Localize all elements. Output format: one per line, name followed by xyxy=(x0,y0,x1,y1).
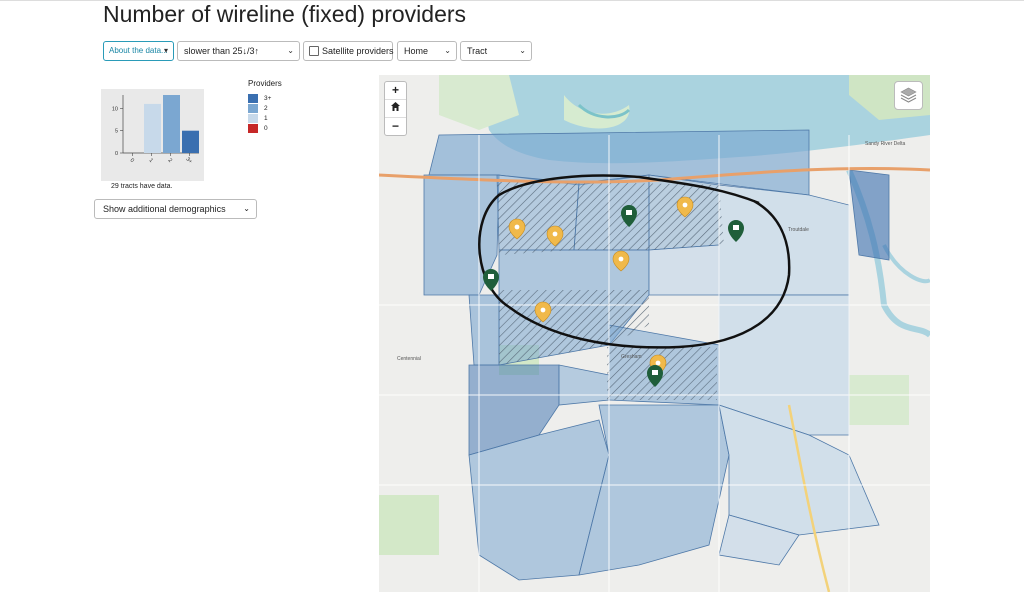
demographics-select-value: Show additional demographics xyxy=(103,204,226,214)
place-label: Gresham xyxy=(621,354,642,360)
home-icon xyxy=(391,102,400,111)
legend-swatch xyxy=(248,123,258,133)
y-tick-label: 0 xyxy=(115,151,118,157)
providers-histogram: 0 5 10 0 1 2 3+ xyxy=(101,89,204,181)
place-label: Centennial xyxy=(397,356,421,362)
chevron-down-icon: ▾ xyxy=(163,46,168,55)
satellite-label: Satellite providers xyxy=(322,46,394,56)
satellite-checkbox[interactable] xyxy=(309,45,319,56)
chevron-down-icon: ⌄ xyxy=(243,204,250,213)
speed-select-value: slower than 25↓/3↑ xyxy=(184,46,260,56)
location-select-value: Home xyxy=(404,46,429,56)
chevron-down-icon: ⌄ xyxy=(444,46,451,55)
zoom-in-button[interactable]: + xyxy=(385,82,406,100)
layers-button[interactable] xyxy=(894,81,923,110)
legend-title: Providers xyxy=(248,79,282,88)
map-canvas[interactable]: Sandy River Delta Troutdale Gresham Cent… xyxy=(379,75,930,592)
y-tick-label: 5 xyxy=(115,129,118,135)
location-select[interactable]: Home ⌄ xyxy=(397,41,457,61)
legend-swatch xyxy=(248,93,258,103)
geography-select[interactable]: Tract ⌄ xyxy=(460,41,532,61)
x-tick-label: 3+ xyxy=(184,156,193,165)
tracts-count-note: 29 tracts have data. xyxy=(111,183,173,190)
layers-icon xyxy=(900,87,917,103)
legend-swatch xyxy=(248,103,258,113)
legend-label: 2 xyxy=(264,104,268,112)
legend-swatch xyxy=(248,113,258,123)
chevron-down-icon: ⌄ xyxy=(287,46,294,55)
y-tick-label: 10 xyxy=(112,106,118,112)
chevron-down-icon: ⌄ xyxy=(519,46,526,55)
about-data-label: About the data... xyxy=(109,46,168,55)
legend-item: 2 xyxy=(248,103,282,113)
legend-item: 1 xyxy=(248,113,282,123)
legend-label: 0 xyxy=(264,124,268,132)
legend-item: 3+ xyxy=(248,93,282,103)
zoom-control: + − xyxy=(384,81,407,136)
legend-label: 1 xyxy=(264,114,268,122)
satellite-providers-toggle[interactable]: Satellite providers xyxy=(303,41,394,61)
x-tick-label: 1 xyxy=(148,158,154,164)
place-label: Sandy River Delta xyxy=(865,141,906,147)
x-tick-label: 0 xyxy=(129,158,135,164)
home-view-button[interactable] xyxy=(385,100,406,118)
demographics-select[interactable]: Show additional demographics ⌄ xyxy=(94,199,257,219)
geography-select-value: Tract xyxy=(467,46,488,56)
place-label: Troutdale xyxy=(788,227,809,233)
histogram-bar xyxy=(182,130,199,153)
legend-item: 0 xyxy=(248,123,282,133)
legend-label: 3+ xyxy=(264,94,272,102)
speed-select[interactable]: slower than 25↓/3↑ ⌄ xyxy=(177,41,300,61)
page-title: Number of wireline (fixed) providers xyxy=(103,1,467,27)
histogram-bar xyxy=(163,95,180,153)
map-view[interactable]: Sandy River Delta Troutdale Gresham Cent… xyxy=(379,75,930,592)
providers-legend: Providers 3+ 2 1 0 xyxy=(248,79,282,133)
histogram-bar xyxy=(144,103,161,153)
histogram-svg: 0 5 10 0 1 2 3+ xyxy=(112,95,199,165)
about-data-dropdown[interactable]: About the data... ▾ xyxy=(103,41,174,61)
zoom-out-button[interactable]: − xyxy=(385,118,406,135)
x-tick-label: 2 xyxy=(167,158,173,164)
